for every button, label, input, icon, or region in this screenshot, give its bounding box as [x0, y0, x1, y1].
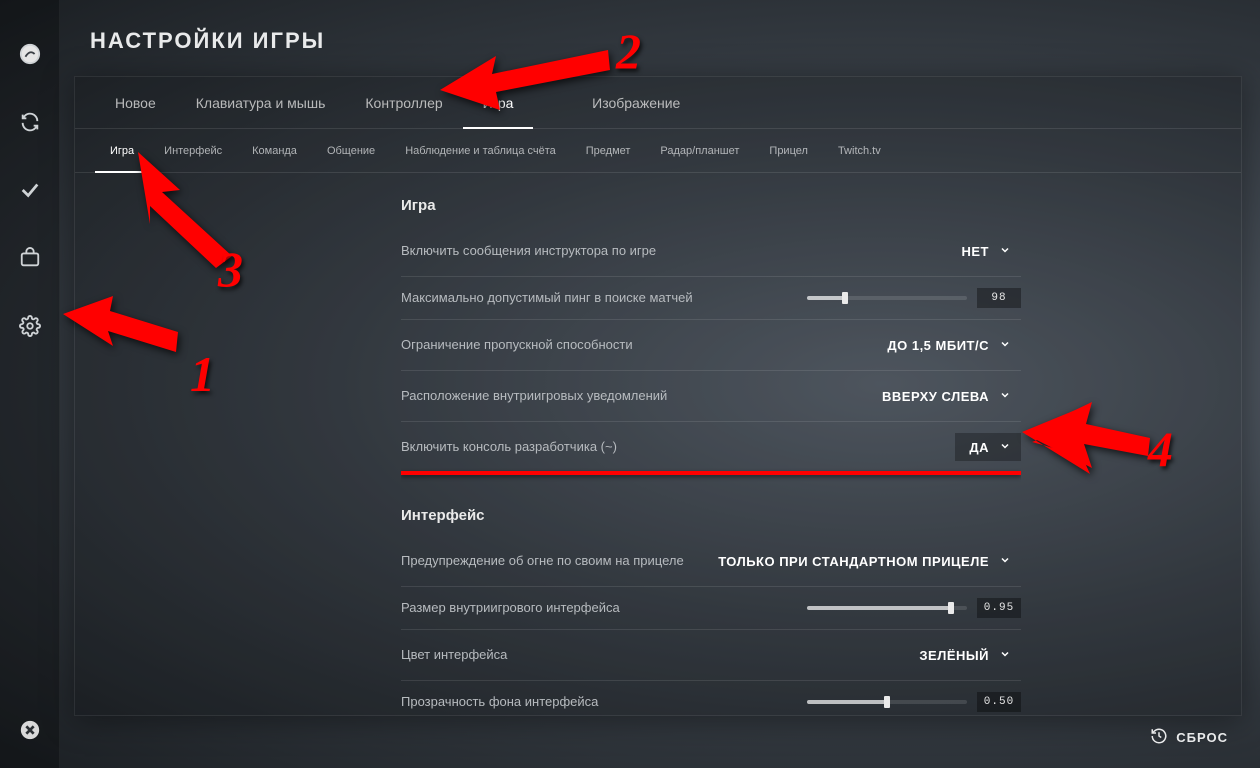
- dropdown-value: НЕТ: [962, 244, 990, 259]
- row-label: Включить сообщения инструктора по игре: [401, 242, 656, 260]
- row-instructor: Включить сообщения инструктора по игре Н…: [401, 226, 1021, 277]
- section-title-interface: Интерфейс: [401, 475, 1021, 536]
- row-label: Максимально допустимый пинг в поиске мат…: [401, 289, 693, 307]
- subtab-game[interactable]: Игра: [95, 129, 149, 173]
- section-title-game: Игра: [401, 173, 1021, 226]
- cancel-icon[interactable]: [0, 710, 60, 750]
- tab-video[interactable]: Изображение: [572, 77, 700, 129]
- row-max-ping: Максимально допустимый пинг в поиске мат…: [401, 277, 1021, 320]
- chevron-down-icon: [999, 389, 1011, 404]
- reset-label: СБРОС: [1176, 730, 1228, 745]
- dropdown-value: ВВЕРХУ СЛЕВА: [882, 389, 989, 404]
- tab-new[interactable]: Новое: [95, 77, 176, 129]
- subtab-comm[interactable]: Общение: [312, 129, 390, 173]
- subtab-twitch[interactable]: Twitch.tv: [823, 129, 896, 173]
- chevron-down-icon: [999, 554, 1011, 569]
- history-icon: [1150, 727, 1168, 748]
- row-label: Предупреждение об огне по своим на прице…: [401, 552, 684, 570]
- subtab-interface[interactable]: Интерфейс: [149, 129, 237, 173]
- row-bandwidth: Ограничение пропускной способности ДО 1,…: [401, 320, 1021, 371]
- dropdown-value: ДО 1,5 МБИТ/С: [887, 338, 989, 353]
- bandwidth-dropdown[interactable]: ДО 1,5 МБИТ/С: [873, 331, 1021, 359]
- tab-controller[interactable]: Контроллер: [345, 77, 462, 129]
- teamfire-dropdown[interactable]: ТОЛЬКО ПРИ СТАНДАРТНОМ ПРИЦЕЛЕ: [704, 547, 1021, 575]
- settings-scroll: Игра Включить сообщения инструктора по и…: [401, 173, 1021, 715]
- ui-scale-value[interactable]: 0.95: [977, 598, 1021, 618]
- tab-game[interactable]: Игра: [463, 77, 534, 129]
- subtab-team[interactable]: Команда: [237, 129, 312, 173]
- sidebar: [0, 0, 60, 768]
- row-label: Цвет интерфейса: [401, 646, 507, 664]
- chevron-down-icon: [999, 244, 1011, 259]
- ui-alpha-value[interactable]: 0.50: [977, 692, 1021, 712]
- tab-keyboard[interactable]: Клавиатура и мышь: [176, 77, 346, 129]
- notif-pos-dropdown[interactable]: ВВЕРХУ СЛЕВА: [868, 382, 1021, 410]
- settings-card: Новое Клавиатура и мышь Контроллер Игра …: [74, 76, 1242, 716]
- logo-icon[interactable]: [0, 20, 60, 88]
- max-ping-value[interactable]: 98: [977, 288, 1021, 308]
- subtab-crosshair[interactable]: Прицел: [754, 129, 823, 173]
- row-label: Размер внутриигрового интерфейса: [401, 599, 620, 617]
- row-label: Ограничение пропускной способности: [401, 336, 633, 354]
- row-teamfire: Предупреждение об огне по своим на прице…: [401, 536, 1021, 587]
- refresh-icon[interactable]: [0, 88, 60, 156]
- dropdown-value: ЗЕЛЁНЫЙ: [919, 648, 989, 663]
- ui-color-dropdown[interactable]: ЗЕЛЁНЫЙ: [905, 641, 1021, 669]
- main-area: НАСТРОЙКИ ИГРЫ Новое Клавиатура и мышь К…: [60, 0, 1260, 768]
- tabs-sub: Игра Интерфейс Команда Общение Наблюдени…: [75, 129, 1241, 173]
- ui-alpha-slider[interactable]: [807, 700, 967, 704]
- subtab-radar[interactable]: Радар/планшет: [645, 129, 754, 173]
- reset-button[interactable]: СБРОС: [1150, 727, 1228, 748]
- dropdown-value: ДА: [969, 440, 989, 455]
- tabs-primary: Новое Клавиатура и мышь Контроллер Игра …: [75, 77, 1241, 129]
- row-dev-console: Включить консоль разработчика (~) ДА: [401, 422, 1021, 472]
- max-ping-slider[interactable]: [807, 296, 967, 300]
- dev-console-dropdown[interactable]: ДА: [955, 433, 1021, 461]
- row-ui-scale: Размер внутриигрового интерфейса 0.95: [401, 587, 1021, 630]
- row-ui-color: Цвет интерфейса ЗЕЛЁНЫЙ: [401, 630, 1021, 681]
- row-label: Прозрачность фона интерфейса: [401, 693, 598, 711]
- settings-icon[interactable]: [0, 292, 60, 360]
- chevron-down-icon: [999, 338, 1011, 353]
- row-ui-alpha: Прозрачность фона интерфейса 0.50: [401, 681, 1021, 715]
- subtab-spectate[interactable]: Наблюдение и таблица счёта: [390, 129, 571, 173]
- inventory-icon[interactable]: [0, 224, 60, 292]
- page-title: НАСТРОЙКИ ИГРЫ: [60, 0, 1260, 76]
- chevron-down-icon: [999, 440, 1011, 455]
- instructor-dropdown[interactable]: НЕТ: [948, 237, 1022, 265]
- row-label: Расположение внутриигровых уведомлений: [401, 387, 667, 405]
- subtab-item[interactable]: Предмет: [571, 129, 646, 173]
- ui-scale-slider[interactable]: [807, 606, 967, 610]
- row-notif-pos: Расположение внутриигровых уведомлений В…: [401, 371, 1021, 422]
- row-label: Включить консоль разработчика (~): [401, 438, 617, 456]
- check-icon[interactable]: [0, 156, 60, 224]
- chevron-down-icon: [999, 648, 1011, 663]
- dropdown-value: ТОЛЬКО ПРИ СТАНДАРТНОМ ПРИЦЕЛЕ: [718, 554, 989, 569]
